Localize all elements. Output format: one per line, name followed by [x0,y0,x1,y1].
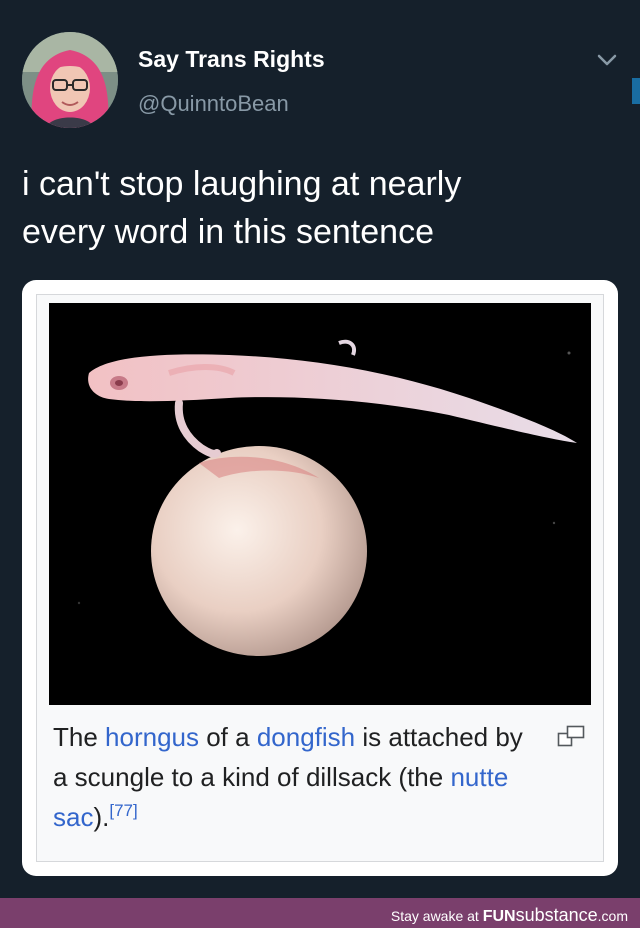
citation-link[interactable]: [77] [109,801,137,820]
dogfish-embryo-photo[interactable] [49,303,591,705]
watermark-brand-substance: substance [515,905,598,925]
caption-text: The [53,722,106,752]
display-name[interactable]: Say Trans Rights [138,46,325,73]
image-caption: The horngus of a dongfish is attached by… [53,717,543,837]
tweet: Say Trans Rights @QuinntoBean i can't st… [0,0,640,898]
avatar-image [22,32,118,128]
wiki-thumbnail: The horngus of a dongfish is attached by… [36,294,604,862]
tweet-text: i can't stop laughing at nearly every wo… [22,165,462,251]
watermark-prefix: Stay awake at [390,908,483,924]
horngus-link[interactable]: horngus [105,722,199,752]
embryo-image [49,303,591,705]
caption-text: of a [199,722,257,752]
watermark-text: Stay awake at FUNsubstance.com [391,905,628,926]
watermark-bar: Stay awake at FUNsubstance.com [0,898,640,928]
media-card[interactable]: The horngus of a dongfish is attached by… [22,280,618,876]
avatar[interactable] [22,32,118,128]
scroll-indicator [632,78,640,104]
enlarge-icon[interactable] [557,725,585,747]
chevron-down-icon[interactable] [596,52,618,68]
caption-text: ). [93,802,110,832]
dongfish-link[interactable]: dongfish [257,722,355,752]
watermark-brand-fun: FUN [482,908,516,925]
user-handle[interactable]: @QuinntoBean [138,91,289,117]
watermark-brand-tld: .com [597,908,628,924]
